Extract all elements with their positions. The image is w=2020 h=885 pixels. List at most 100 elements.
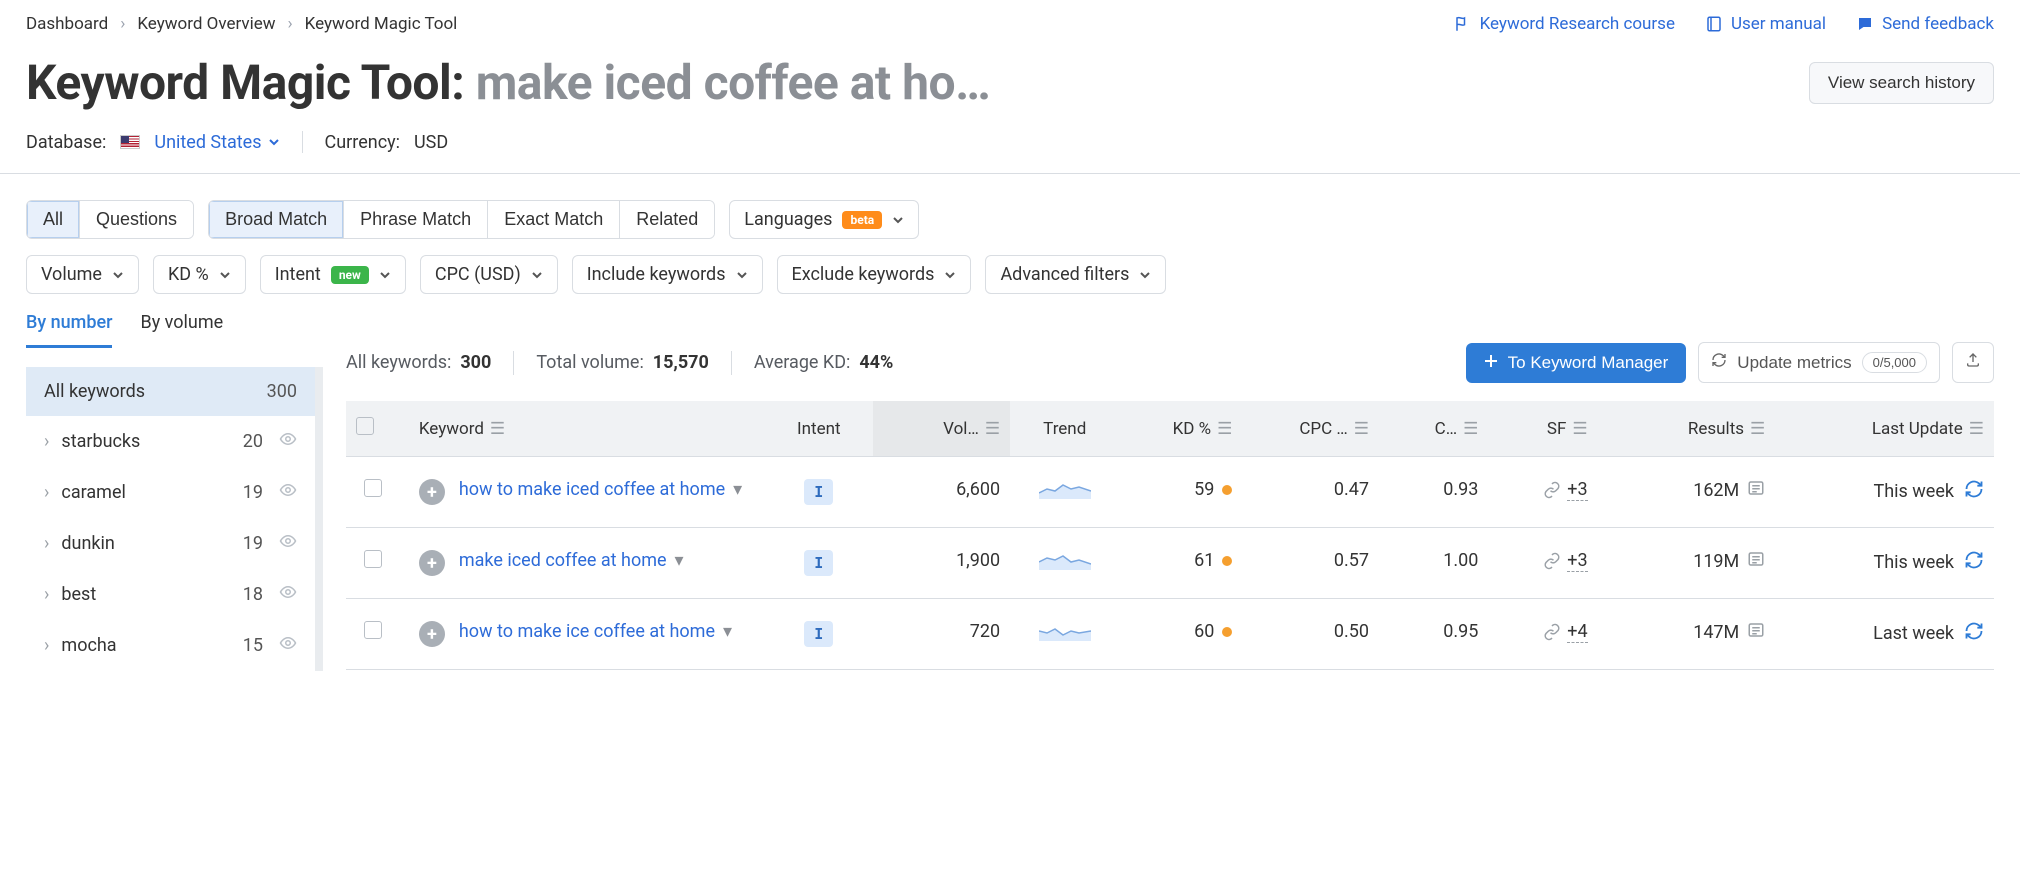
cell-last-update: This week — [1873, 552, 1954, 573]
sort-icon[interactable]: ☰ — [1354, 419, 1369, 439]
table-row: +how to make ice coffee at home▾I720600.… — [346, 599, 1994, 670]
filter-volume[interactable]: Volume — [26, 255, 139, 294]
filter-intent[interactable]: Intent new — [260, 255, 406, 294]
kd-dot-icon — [1222, 627, 1232, 637]
refresh-row-button[interactable] — [1964, 479, 1984, 504]
crumb-dashboard[interactable]: Dashboard — [26, 14, 108, 34]
row-checkbox[interactable] — [364, 550, 382, 568]
cell-sf[interactable]: +4 — [1543, 621, 1587, 643]
filter-include-keywords[interactable]: Include keywords — [572, 255, 763, 294]
stat-total-volume-label: Total volume: — [536, 352, 644, 373]
refresh-row-button[interactable] — [1964, 550, 1984, 575]
serp-icon[interactable] — [1747, 550, 1765, 573]
plus-icon — [1484, 353, 1498, 373]
refresh-row-button[interactable] — [1964, 621, 1984, 646]
chevron-right-icon: › — [120, 14, 125, 34]
sidebar-group-starbucks[interactable]: ›starbucks20 — [26, 416, 315, 467]
sidebar-group-caramel[interactable]: ›caramel19 — [26, 467, 315, 518]
divider — [0, 173, 2020, 174]
chevron-down-icon — [268, 136, 280, 148]
chevron-down-icon — [379, 269, 391, 281]
languages-dropdown[interactable]: Languages beta — [729, 200, 919, 239]
keyword-link[interactable]: how to make ice coffee at home — [459, 621, 715, 642]
cell-sf[interactable]: +3 — [1543, 550, 1587, 572]
sort-icon[interactable]: ☰ — [1463, 419, 1478, 439]
table-row: +how to make iced coffee at home▾I6,6005… — [346, 457, 1994, 528]
breadcrumb: Dashboard › Keyword Overview › Keyword M… — [26, 14, 457, 34]
tab-by-number[interactable]: By number — [26, 306, 112, 348]
eye-icon[interactable] — [279, 634, 297, 657]
filter-advanced[interactable]: Advanced filters — [985, 255, 1166, 294]
keyword-link[interactable]: how to make iced coffee at home — [459, 479, 725, 500]
sort-icon[interactable]: ☰ — [1750, 419, 1765, 439]
sidebar-group-dunkin[interactable]: ›dunkin19 — [26, 518, 315, 569]
to-keyword-manager-button[interactable]: To Keyword Manager — [1466, 343, 1687, 383]
link-user-manual[interactable]: User manual — [1705, 14, 1826, 34]
serp-icon[interactable] — [1747, 621, 1765, 644]
crumb-keyword-magic[interactable]: Keyword Magic Tool — [305, 14, 458, 34]
eye-icon[interactable] — [279, 430, 297, 453]
view-search-history-button[interactable]: View search history — [1809, 62, 1994, 104]
filter-exclude-keywords[interactable]: Exclude keywords — [777, 255, 972, 294]
link-send-feedback[interactable]: Send feedback — [1856, 14, 1994, 34]
stat-avg-kd-value: 44% — [859, 352, 893, 373]
sidebar-group-mocha[interactable]: ›mocha15 — [26, 620, 315, 671]
page-title: Keyword Magic Tool: make iced coffee at … — [26, 54, 990, 111]
filter-cpc[interactable]: CPC (USD) — [420, 255, 558, 294]
eye-icon[interactable] — [279, 532, 297, 555]
database-selector[interactable]: United States — [154, 132, 279, 153]
tab-all[interactable]: All — [27, 201, 80, 238]
link-research-course[interactable]: Keyword Research course — [1454, 14, 1675, 34]
caret-down-icon[interactable]: ▾ — [733, 479, 742, 500]
match-type-segment: Broad Match Phrase Match Exact Match Rel… — [208, 200, 715, 239]
sidebar-group-best[interactable]: ›best18 — [26, 569, 315, 620]
add-keyword-button[interactable]: + — [419, 479, 445, 505]
eye-icon[interactable] — [279, 481, 297, 504]
chevron-down-icon — [112, 269, 124, 281]
tab-by-volume[interactable]: By volume — [140, 306, 223, 348]
chevron-down-icon — [531, 269, 543, 281]
caret-down-icon[interactable]: ▾ — [675, 550, 684, 571]
tab-exact-match[interactable]: Exact Match — [488, 201, 620, 238]
sidebar-all-keywords[interactable]: All keywords 300 — [26, 367, 315, 416]
keyword-link[interactable]: make iced coffee at home — [459, 550, 667, 571]
kd-dot-icon — [1222, 485, 1232, 495]
cell-sf[interactable]: +3 — [1543, 479, 1587, 501]
cell-results: 162M — [1693, 479, 1765, 502]
cell-volume: 720 — [873, 599, 1010, 670]
sort-icon[interactable]: ☰ — [1572, 419, 1587, 439]
chevron-down-icon — [736, 269, 748, 281]
sort-icon[interactable]: ☰ — [1217, 419, 1232, 439]
serp-icon[interactable] — [1747, 479, 1765, 502]
tab-related[interactable]: Related — [620, 201, 714, 238]
us-flag-icon — [120, 135, 140, 149]
tab-phrase-match[interactable]: Phrase Match — [344, 201, 488, 238]
add-keyword-button[interactable]: + — [419, 550, 445, 576]
sort-icon[interactable]: ☰ — [1969, 419, 1984, 439]
row-checkbox[interactable] — [364, 621, 382, 639]
trend-sparkline — [1039, 550, 1091, 570]
chevron-right-icon: › — [44, 533, 49, 554]
add-keyword-button[interactable]: + — [419, 621, 445, 647]
crumb-keyword-overview[interactable]: Keyword Overview — [137, 14, 275, 34]
sidebar-group-label: dunkin — [61, 533, 230, 554]
update-metrics-button[interactable]: Update metrics 0/5,000 — [1698, 342, 1940, 383]
refresh-icon — [1711, 352, 1727, 373]
sort-icon[interactable]: ☰ — [490, 419, 505, 439]
sidebar-group-label: caramel — [61, 482, 230, 503]
tab-broad-match[interactable]: Broad Match — [209, 201, 344, 238]
caret-down-icon[interactable]: ▾ — [723, 621, 732, 642]
sort-icon[interactable]: ☰ — [985, 419, 1000, 439]
cell-last-update: This week — [1873, 481, 1954, 502]
chevron-right-icon: › — [44, 482, 49, 503]
row-checkbox[interactable] — [364, 479, 382, 497]
tab-questions[interactable]: Questions — [80, 201, 193, 238]
select-all-checkbox[interactable] — [356, 417, 374, 435]
filter-kd[interactable]: KD % — [153, 255, 246, 294]
eye-icon[interactable] — [279, 583, 297, 606]
cell-last-update: Last week — [1873, 623, 1954, 644]
cell-results: 147M — [1693, 621, 1765, 644]
separator — [513, 351, 514, 375]
export-button[interactable] — [1952, 342, 1994, 383]
export-icon — [1965, 352, 1981, 373]
